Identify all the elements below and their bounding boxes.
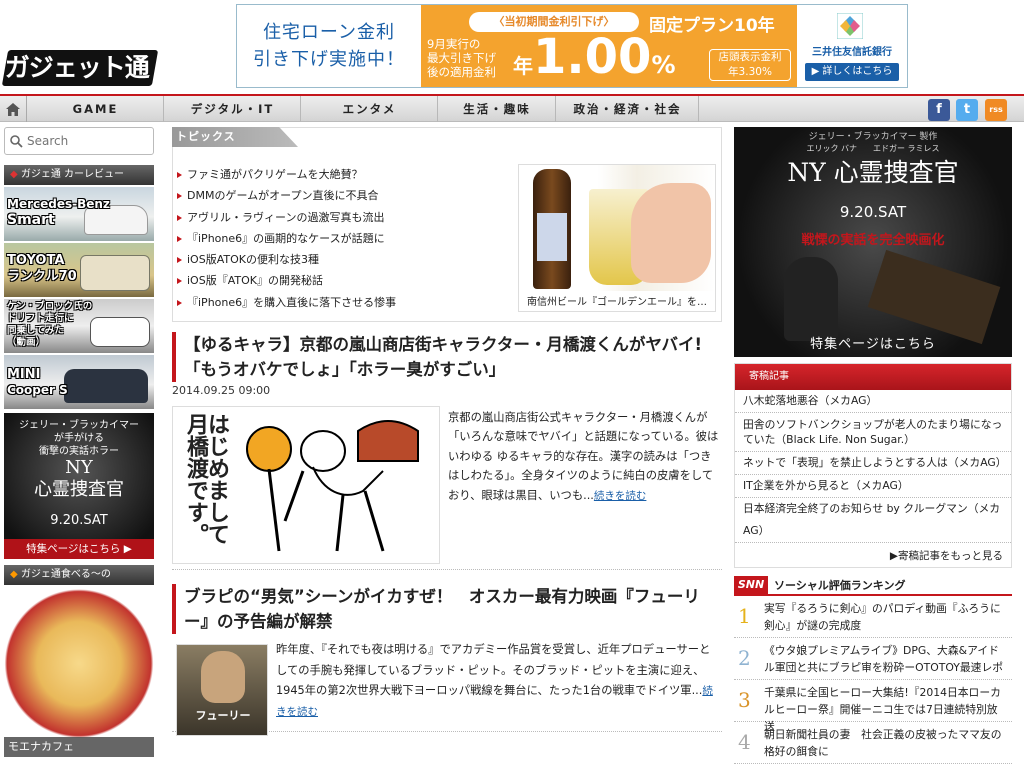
banner-rate: 年1.00% — [513, 29, 676, 85]
car-icon: ◆ — [10, 169, 21, 180]
banner-rate-caption: 9月実行の 最大引き下げ 後の適用金利 — [427, 37, 496, 79]
contrib-more-link[interactable]: ▶寄稿記事をもっと見る — [735, 543, 1011, 567]
left-movie-ad[interactable]: ジェリー・ブラッカイマー が手がける 衝撃の実話ホラー NY 心霊捜査官 9.20.S… — [4, 413, 154, 559]
left-ad-cta[interactable]: 特集ページはこちら ▶ — [4, 539, 154, 559]
topics-box: トピックス ファミ通がパクリゲームを大絶賛？ DMMのゲームがオープン直後に不具… — [172, 127, 722, 322]
ranking-item[interactable]: 3 千葉県に全国ヒーロー大集結!『2014日本ローカルヒーロー祭』開催ーニコ生で… — [734, 680, 1012, 733]
rank-number: 2 — [738, 646, 751, 670]
twitter-icon[interactable]: t — [956, 99, 978, 121]
contrib-item[interactable]: 田舎のソフトバンクショップが老人のたまり場になっていた（Black Life. … — [735, 413, 1011, 452]
right-movie-ad[interactable]: ジェリー・ブラッカイマー 製作 エリック バナ エドガー ラミレス NY 心霊捜… — [734, 127, 1012, 357]
food-header: ◆ ガジェ通食べる〜の — [4, 565, 154, 585]
actor-image — [784, 257, 838, 341]
topics-tab: トピックス — [172, 127, 298, 147]
right-sidebar: ジェリー・ブラッカイマー 製作 エリック バナ エドガー ラミレス NY 心霊捜… — [734, 127, 1012, 764]
topic-item[interactable]: iOS版『ATOK』の開発秘話 — [177, 270, 396, 291]
contrib-header: 寄稿記事 — [735, 364, 1011, 390]
rank-number: 4 — [738, 730, 751, 754]
nav-digital-it[interactable]: デジタル・IT — [165, 96, 301, 122]
social-ranking: SNN ソーシャル評価ランキング 1 実写『るろうに剣心』のパロディ動画『ふろう… — [734, 576, 1012, 764]
contrib-list: 八木蛇落地悪谷（メカAG） 田舎のソフトバンクショップが老人のたまり場になってい… — [735, 390, 1011, 543]
banner-note: 店頭表示金利 年3.30% — [709, 49, 791, 81]
topic-item[interactable]: DMMのゲームがオープン直後に不具合 — [177, 185, 396, 206]
contrib-item[interactable]: 日本経済完全終了のお知らせ by クルーグマン（メカAG） — [735, 498, 1011, 543]
food-icon: ◆ — [10, 569, 21, 580]
article-fury: ブラピの“男気”シーンがイカすぜ！ オスカー最有力映画『フューリー』の予告編が解… — [172, 584, 722, 736]
mascot-illustration — [246, 420, 419, 552]
main-content: トピックス ファミ通がパクリゲームを大絶賛？ DMMのゲームがオープン直後に不具… — [172, 127, 722, 736]
nav-lifestyle[interactable]: 生活・趣味 — [439, 96, 556, 122]
search-input[interactable] — [27, 134, 147, 148]
car-image — [64, 369, 148, 403]
topic-item[interactable]: iOS版ATOKの便利な技3種 — [177, 249, 396, 270]
contrib-item[interactable]: 八木蛇落地悪谷（メカAG） — [735, 390, 1011, 413]
banner-headline: 住宅ローン金利 引き下げ実施中！ — [253, 22, 405, 70]
search-box — [4, 127, 154, 155]
facebook-icon[interactable]: f — [928, 99, 950, 121]
ranking-item[interactable]: 2 《ウタ娘プレミアムライブ》DPG、大森&アイドル軍団と共にブラピ审を粉砕ーO… — [734, 638, 1012, 680]
nav-politics[interactable]: 政治・経済・社会 — [557, 96, 699, 122]
ouija-board-image — [867, 249, 1001, 345]
article-thumbnail[interactable]: はじめまして 月橋渡です。 — [172, 406, 440, 564]
article-thumbnail[interactable]: フューリー — [176, 644, 268, 736]
rank-number: 3 — [738, 688, 751, 712]
poster-face — [201, 651, 245, 703]
read-more-link[interactable]: 続きを読む — [594, 490, 647, 502]
topic-item[interactable]: 『iPhone6』を購入直後に落下させる惨事 — [177, 292, 396, 313]
ranking-item[interactable]: 1 実写『るろうに剣心』のパロディ動画『ふろうに剣心』が謎の完成度 — [734, 596, 1012, 638]
bank-logo-icon — [837, 13, 863, 39]
food-link[interactable]: モエナカフェ — [4, 587, 154, 757]
contrib-box: 寄稿記事 八木蛇落地悪谷（メカAG） 田舎のソフトバンクショップが老人のたまり場… — [734, 363, 1012, 568]
topic-item[interactable]: 『iPhone6』の画期的なケースが話題に — [177, 228, 396, 249]
topic-item[interactable]: アヴリル・ラヴィーンの過激写真も流出 — [177, 207, 396, 228]
car-image — [80, 255, 150, 291]
article-excerpt: 昨年度、『それでも夜は明ける』でアカデミー作品賞を受賞し、近年プロデューサーとし… — [276, 643, 713, 718]
article-yurukyara: 【ゆるキャラ】京都の嵐山商店街キャラクター・月橋渡くんがヤバイ!「もうオバケでし… — [172, 332, 722, 570]
rss-icon[interactable]: rss — [985, 99, 1007, 121]
banner-details-button[interactable]: ▶ 詳しくはこちら — [805, 63, 899, 81]
banner-ad[interactable]: 住宅ローン金利 引き下げ実施中！ 〈当初期間金利引下げ〉 固定プラン10年 9月… — [236, 4, 908, 88]
article-date: 2014.09.25 09:00 — [172, 384, 271, 397]
topic-feature[interactable]: 南信州ビール『ゴールデンエール』を… — [518, 164, 716, 312]
home-button[interactable] — [0, 96, 27, 122]
car-link-smart[interactable]: Mercedes-Benz Smart — [4, 187, 154, 241]
left-sidebar: ◆ ガジェ通 カーレビュー Mercedes-Benz Smart TOYOTA… — [4, 127, 154, 757]
beer-image — [519, 165, 715, 291]
topic-feature-caption: 南信州ビール『ゴールデンエール』を… — [527, 297, 707, 308]
car-image — [90, 317, 150, 347]
banner-rate-panel: 〈当初期間金利引下げ〉 固定プラン10年 9月実行の 最大引き下げ 後の適用金利… — [421, 5, 797, 87]
car-link-mini[interactable]: MINI Cooper S — [4, 355, 154, 409]
banner-bank: 三井住友信託銀行 ▶ 詳しくはこちら — [797, 5, 907, 87]
nav-game[interactable]: GAME — [28, 96, 164, 122]
site-header: ガジェット通信 住宅ローン金利 引き下げ実施中！ 〈当初期間金利引下げ〉 固定プ… — [0, 0, 1024, 118]
rank-number: 1 — [738, 604, 751, 628]
main-nav: GAME デジタル・IT エンタメ 生活・趣味 政治・経済・社会 f t rss — [0, 94, 1024, 122]
home-icon — [6, 102, 20, 116]
car-review-header: ◆ ガジェ通 カーレビュー — [4, 165, 154, 185]
article-title[interactable]: ブラピの“男気”シーンがイカすぜ！ オスカー最有力映画『フューリー』の予告編が解… — [172, 584, 722, 634]
article-title[interactable]: 【ゆるキャラ】京都の嵐山商店街キャラクター・月橋渡くんがヤバイ!「もうオバケでし… — [172, 332, 722, 382]
snn-logo: SNN — [734, 576, 768, 594]
article-excerpt: 京都の嵐山商店街公式キャラクター・月橋渡くんが「いろんな意味でヤバイ」と話題にな… — [448, 411, 719, 502]
contrib-item[interactable]: ネットで「表現」を禁止しようとする人は（メカAG） — [735, 452, 1011, 475]
nav-entame[interactable]: エンタメ — [302, 96, 438, 122]
site-logo[interactable]: ガジェット通信 — [1, 50, 159, 118]
contrib-item[interactable]: IT企業を外から見ると（メカAG） — [735, 475, 1011, 498]
car-link-toyota[interactable]: TOYOTA ランクル70 — [4, 243, 154, 297]
ranking-item[interactable]: 4 朝日新聞社員の妻 社会正義の皮被ったママ友の格好の餌食に — [734, 722, 1012, 764]
car-link-ken-block[interactable]: ケン・ブロック氏の ドリフト走行に 同乗してみた （動画） — [4, 299, 154, 353]
topics-list: ファミ通がパクリゲームを大絶賛？ DMMのゲームがオープン直後に不具合 アヴリル… — [177, 164, 396, 313]
search-icon — [10, 134, 23, 148]
social-ranking-header: SNN ソーシャル評価ランキング — [734, 576, 1012, 596]
topic-item[interactable]: ファミ通がパクリゲームを大絶賛？ — [177, 164, 396, 185]
right-ad-cta[interactable]: 特集ページはこちら — [734, 333, 1012, 352]
